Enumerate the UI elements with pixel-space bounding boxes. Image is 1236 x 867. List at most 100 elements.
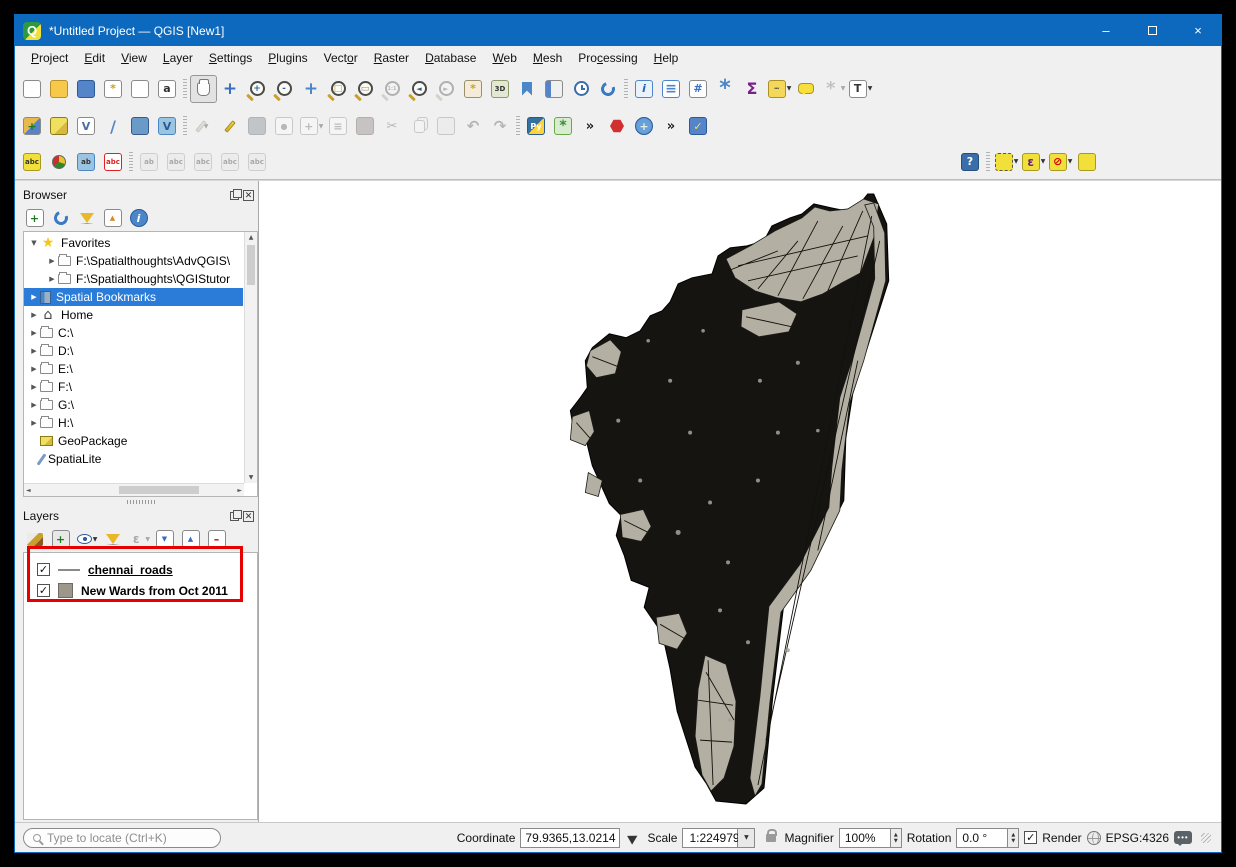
- menu-vector[interactable]: Vector: [316, 48, 366, 68]
- expander-icon[interactable]: ▼: [28, 239, 40, 247]
- menu-raster[interactable]: Raster: [366, 48, 417, 68]
- expander-icon[interactable]: ▶: [28, 347, 40, 355]
- menu-edit[interactable]: Edit: [76, 48, 113, 68]
- toolbar-grip[interactable]: [514, 112, 523, 140]
- new-geopackage-layer-button[interactable]: [46, 112, 73, 140]
- layer-visibility-checkbox[interactable]: ✓: [37, 584, 50, 597]
- expander-icon[interactable]: ▶: [28, 383, 40, 391]
- cut-features-button[interactable]: ✂: [379, 112, 406, 140]
- toolbar-grip[interactable]: [181, 112, 190, 140]
- menu-project[interactable]: Project: [23, 48, 76, 68]
- add-group-button[interactable]: +: [49, 527, 73, 551]
- browser-item-spatialite[interactable]: SpatiaLite: [24, 450, 243, 468]
- scrollbar-thumb[interactable]: [247, 245, 255, 285]
- menu-processing[interactable]: Processing: [570, 48, 645, 68]
- collapse-all-layers-button[interactable]: ▲: [179, 527, 203, 551]
- new-spatialite-layer-button[interactable]: /: [100, 112, 127, 140]
- zoom-in-button[interactable]: +: [244, 75, 271, 103]
- float-panel-icon[interactable]: [230, 191, 239, 200]
- zoom-to-layer-button[interactable]: ▭: [352, 75, 379, 103]
- map-canvas[interactable]: [258, 181, 1221, 822]
- new-shapefile-layer-button[interactable]: V: [73, 112, 100, 140]
- toggle-editing-button[interactable]: [217, 112, 244, 140]
- browser-item-drive-e[interactable]: ▶ E:\: [24, 360, 243, 378]
- text-annotation-button[interactable]: T▼: [847, 75, 874, 103]
- expander-icon[interactable]: ▶: [28, 293, 40, 301]
- maximize-button[interactable]: [1129, 15, 1175, 46]
- browser-item-qgistutor[interactable]: ▶ F:\Spatialthoughts\QGIStutor: [24, 270, 243, 288]
- expander-icon[interactable]: ▶: [28, 401, 40, 409]
- messages-icon[interactable]: •••: [1174, 831, 1192, 844]
- lock-scale-icon[interactable]: [766, 834, 776, 842]
- change-label-button[interactable]: abc: [244, 148, 271, 176]
- open-data-source-manager-button[interactable]: +: [19, 112, 46, 140]
- scroll-left-icon[interactable]: ◄: [26, 487, 31, 494]
- remove-layer-button[interactable]: –: [205, 527, 229, 551]
- browser-item-drive-h[interactable]: ▶ H:\: [24, 414, 243, 432]
- open-layer-styling-button[interactable]: [23, 527, 47, 551]
- open-project-button[interactable]: [46, 75, 73, 103]
- scroll-up-icon[interactable]: ▲: [245, 234, 257, 241]
- browser-horizontal-scrollbar[interactable]: ◄ ►: [24, 483, 244, 496]
- save-layer-edits-button[interactable]: [244, 112, 271, 140]
- spinner-arrows-icon[interactable]: ▲▼: [1008, 828, 1019, 848]
- rotate-label-button[interactable]: abc: [217, 148, 244, 176]
- refresh-map-button[interactable]: [595, 75, 622, 103]
- menu-database[interactable]: Database: [417, 48, 484, 68]
- browser-add-selected-layers-button[interactable]: +: [23, 206, 47, 230]
- menu-mesh[interactable]: Mesh: [525, 48, 570, 68]
- select-features-by-value-button[interactable]: [1074, 148, 1101, 176]
- undo-button[interactable]: ↶: [460, 112, 487, 140]
- menu-help[interactable]: Help: [646, 48, 687, 68]
- save-project-button[interactable]: [73, 75, 100, 103]
- browser-item-drive-g[interactable]: ▶ G:\: [24, 396, 243, 414]
- pin-unpin-labels-button[interactable]: ab: [73, 148, 100, 176]
- extent-toggle-icon[interactable]: [628, 831, 641, 844]
- expander-icon[interactable]: ▶: [28, 311, 40, 319]
- menu-settings[interactable]: Settings: [201, 48, 260, 68]
- run-feature-action-button[interactable]: *▼: [820, 75, 847, 103]
- browser-item-drive-c[interactable]: ▶ C:\: [24, 324, 243, 342]
- scroll-down-icon[interactable]: ▼: [245, 474, 257, 481]
- browser-item-drive-d[interactable]: ▶ D:\: [24, 342, 243, 360]
- browser-item-home[interactable]: ▶ Home: [24, 306, 243, 324]
- browser-item-favorites[interactable]: ▼ Favorites: [24, 234, 243, 252]
- crs-status[interactable]: EPSG:4326: [1106, 831, 1169, 845]
- browser-collapse-all-button[interactable]: ▲: [101, 206, 125, 230]
- new-spatial-bookmark-button[interactable]: [514, 75, 541, 103]
- minimize-button[interactable]: –: [1083, 15, 1129, 46]
- select-by-expression-button[interactable]: ε▼: [1020, 148, 1047, 176]
- browser-item-geopackage[interactable]: GeoPackage: [24, 432, 243, 450]
- processing-toolbox-button[interactable]: *: [712, 75, 739, 103]
- layer-diagram-options-button[interactable]: [46, 148, 73, 176]
- expander-icon[interactable]: ▶: [28, 329, 40, 337]
- rotation-spinbox[interactable]: 0.0 ° ▲▼: [956, 828, 1019, 848]
- browser-item-advqgis[interactable]: ▶ F:\Spatialthoughts\AdvQGIS\: [24, 252, 243, 270]
- pan-map-to-selection-button[interactable]: +: [217, 75, 244, 103]
- toolbar-grip[interactable]: [984, 148, 993, 176]
- expand-all-layers-button[interactable]: ▼: [153, 527, 177, 551]
- browser-item-spatial-bookmarks[interactable]: ▶ Spatial Bookmarks: [24, 288, 243, 306]
- show-layout-manager-button[interactable]: [127, 75, 154, 103]
- resize-grip[interactable]: [1201, 833, 1211, 843]
- show-spatial-bookmarks-button[interactable]: [541, 75, 568, 103]
- panel-splitter[interactable]: [23, 497, 258, 506]
- python-console-button[interactable]: Py: [523, 112, 550, 140]
- statistical-summary-button[interactable]: Σ: [739, 75, 766, 103]
- check-geometries-button[interactable]: ✓: [685, 112, 712, 140]
- browser-filter-button[interactable]: [75, 206, 99, 230]
- vertex-tool-button[interactable]: +▼: [298, 112, 325, 140]
- open-attribute-table-button[interactable]: ≡: [658, 75, 685, 103]
- current-edits-button[interactable]: ▼: [190, 112, 217, 140]
- layer-visibility-checkbox[interactable]: ✓: [37, 563, 50, 576]
- pin-labels-button[interactable]: ab: [136, 148, 163, 176]
- metasearch-button[interactable]: +: [631, 112, 658, 140]
- measure-button[interactable]: ┅▼: [766, 75, 793, 103]
- new-temporary-scratch-layer-button[interactable]: [127, 112, 154, 140]
- expander-icon[interactable]: ▶: [28, 419, 40, 427]
- close-panel-icon[interactable]: ✕: [243, 190, 254, 201]
- plugin-leaf-button[interactable]: *: [550, 112, 577, 140]
- expander-icon[interactable]: ▶: [46, 275, 58, 283]
- identify-features-button[interactable]: i: [631, 75, 658, 103]
- zoom-to-selection-button[interactable]: □: [325, 75, 352, 103]
